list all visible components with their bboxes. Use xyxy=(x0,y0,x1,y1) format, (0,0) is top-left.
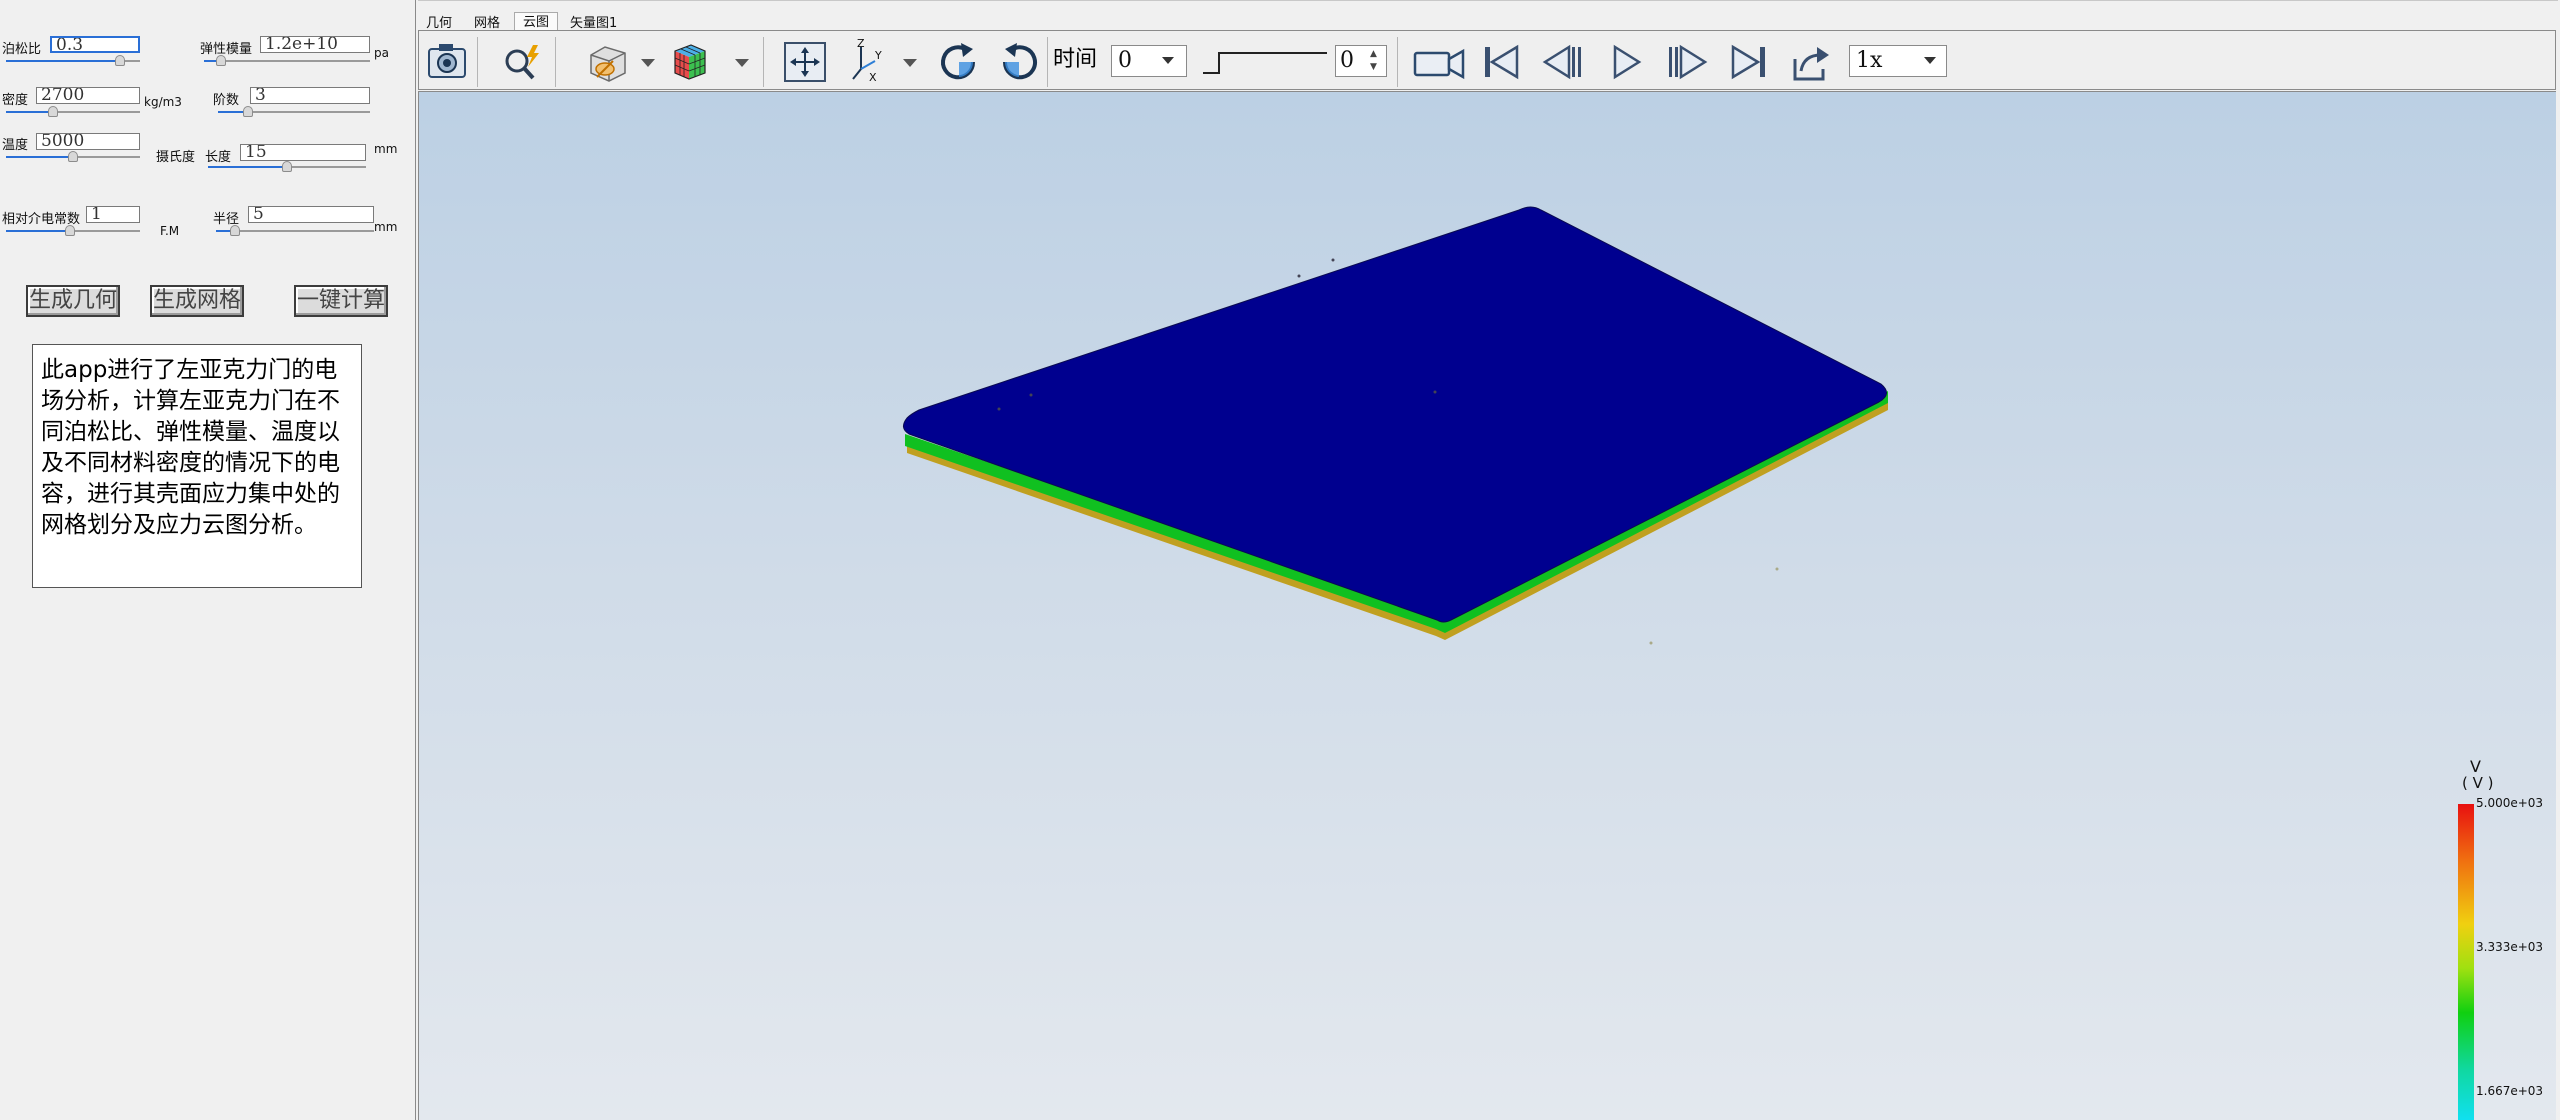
density-input[interactable]: 2700 xyxy=(36,87,140,104)
modulus-slider-thumb[interactable] xyxy=(215,55,226,66)
density-slider-thumb[interactable] xyxy=(47,106,58,117)
radius-slider-thumb[interactable] xyxy=(229,225,240,236)
video-camera-icon[interactable] xyxy=(1411,39,1465,85)
time-select[interactable]: 0 xyxy=(1111,45,1187,77)
step-spinbox-value: 0 xyxy=(1340,48,1354,73)
step-spinbox[interactable]: 0 ▲ ▼ xyxy=(1335,45,1387,77)
legend-color-bar xyxy=(2458,804,2474,1120)
radius-slider[interactable] xyxy=(216,225,374,237)
radius-input[interactable]: 5 xyxy=(248,206,374,223)
length-slider[interactable] xyxy=(208,161,366,173)
length-unit: mm xyxy=(374,142,398,156)
celsius-label: 摄氏度 xyxy=(156,150,196,165)
density-slider[interactable] xyxy=(6,106,140,118)
color-dropdown-icon[interactable] xyxy=(735,59,749,67)
length-slider-thumb[interactable] xyxy=(282,161,292,172)
svg-text:X: X xyxy=(869,71,877,84)
step-forward-icon[interactable] xyxy=(1663,39,1711,85)
time-label: 时间 xyxy=(1053,47,1098,72)
rotate-counterclockwise-icon[interactable] xyxy=(995,39,1043,85)
permittivity-unit: F.M xyxy=(160,224,180,238)
temperature-slider[interactable] xyxy=(6,151,140,163)
density-unit: kg/m3 xyxy=(144,95,182,109)
export-icon[interactable] xyxy=(1787,39,1835,85)
modulus-input[interactable]: 1.2e+10 xyxy=(260,36,370,53)
toolbar: Z Y X 时间 0 0 ▲ ▼ 1x xyxy=(418,30,2556,90)
skip-last-icon[interactable] xyxy=(1725,39,1773,85)
chevron-down-icon xyxy=(1924,57,1936,64)
axis-dropdown-icon[interactable] xyxy=(903,59,917,67)
app-description: 此app进行了左亚克力门的电场分析，计算左亚克力门在不同泊松比、弹性模量、温度以… xyxy=(32,344,362,588)
radius-unit: mm xyxy=(374,220,398,234)
legend-tick-mid: 3.333e+03 xyxy=(2476,940,2544,954)
play-icon[interactable] xyxy=(1601,39,1649,85)
svg-text:Y: Y xyxy=(874,49,882,62)
generate-mesh-button[interactable]: 生成网格 xyxy=(150,285,244,317)
order-slider-thumb[interactable] xyxy=(243,106,254,117)
modulus-slider[interactable] xyxy=(204,55,370,67)
poisson-slider[interactable] xyxy=(6,55,140,67)
camera-icon[interactable] xyxy=(423,39,471,85)
step-back-icon[interactable] xyxy=(1539,39,1587,85)
temperature-input[interactable]: 5000 xyxy=(36,133,140,150)
speed-select-value: 1x xyxy=(1856,48,1883,73)
legend-unit: ( V ) xyxy=(2462,774,2494,792)
permittivity-slider[interactable] xyxy=(6,225,140,237)
svg-text:Z: Z xyxy=(857,39,865,50)
order-slider[interactable] xyxy=(218,106,370,118)
zoom-search-icon[interactable] xyxy=(499,39,547,85)
spin-down-icon[interactable]: ▼ xyxy=(1370,61,1377,73)
chevron-down-icon xyxy=(1162,57,1174,64)
length-input[interactable]: 15 xyxy=(240,144,366,161)
legend-tick-max: 5.000e+03 xyxy=(2476,796,2544,810)
skip-first-icon[interactable] xyxy=(1477,39,1525,85)
temperature-slider-thumb[interactable] xyxy=(68,151,78,162)
spin-up-icon[interactable]: ▲ xyxy=(1370,48,1377,60)
permittivity-input[interactable]: 1 xyxy=(86,206,140,223)
order-input[interactable]: 3 xyxy=(250,87,370,104)
modulus-unit: pa xyxy=(374,46,389,60)
view-dropdown-icon[interactable] xyxy=(641,59,655,67)
axis-orientation-icon[interactable]: Z Y X xyxy=(843,37,891,85)
render-viewport[interactable] xyxy=(418,91,2556,1120)
speed-select[interactable]: 1x xyxy=(1849,45,1947,77)
permittivity-slider-thumb[interactable] xyxy=(65,225,76,236)
tab-bar xyxy=(418,0,2558,31)
step-curve-icon xyxy=(1201,43,1329,83)
one-click-compute-button[interactable]: 一键计算 xyxy=(294,285,388,317)
generate-geometry-button[interactable]: 生成几何 xyxy=(26,285,120,317)
rotate-clockwise-icon[interactable] xyxy=(935,39,983,85)
plate-model xyxy=(903,206,1888,645)
poisson-slider-thumb[interactable] xyxy=(114,55,125,66)
color-cube-icon[interactable] xyxy=(665,39,713,85)
legend-tick-min: 1.667e+03 xyxy=(2476,1084,2544,1098)
fit-view-icon[interactable] xyxy=(781,39,829,85)
time-select-value: 0 xyxy=(1118,48,1132,73)
view-box-icon[interactable] xyxy=(583,39,631,85)
poisson-input[interactable]: 0.3 xyxy=(50,36,140,53)
